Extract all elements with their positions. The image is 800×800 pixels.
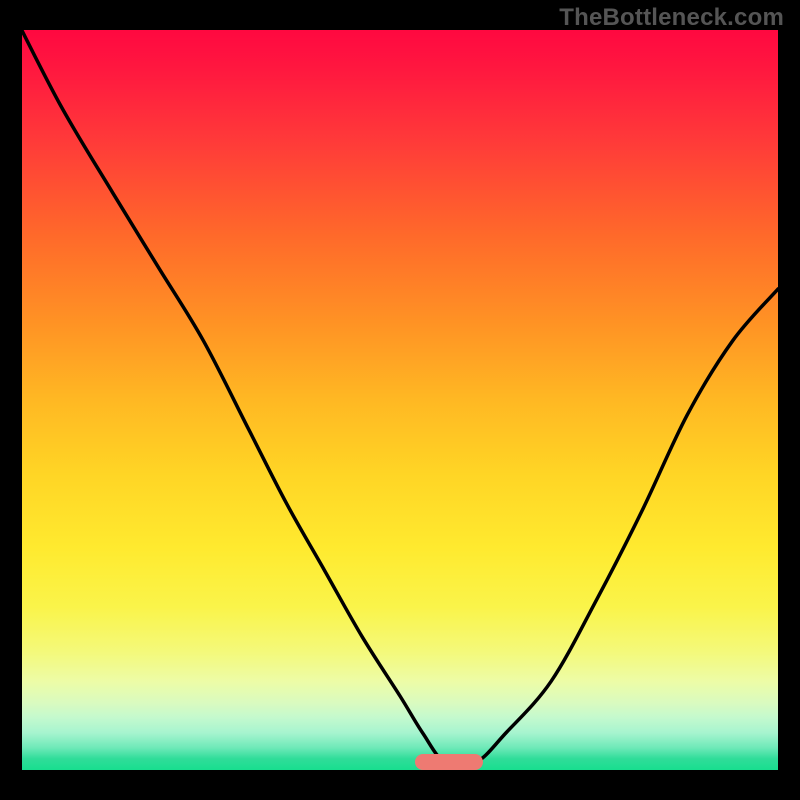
- chart-stage: TheBottleneck.com: [0, 0, 800, 800]
- bottleneck-curve: [22, 30, 778, 770]
- plot-area: [22, 30, 778, 770]
- watermark-text: TheBottleneck.com: [559, 4, 784, 32]
- ideal-zone-marker: [415, 754, 483, 770]
